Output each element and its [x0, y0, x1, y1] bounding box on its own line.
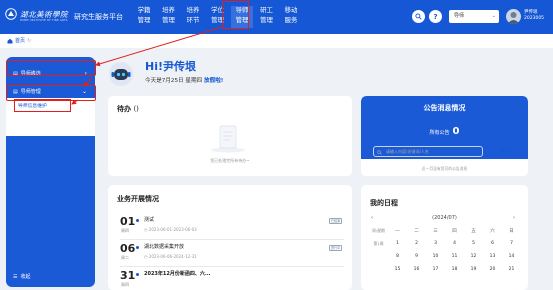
item-date: ◷ 2023-06-06-2024-12-31	[144, 254, 197, 259]
calendar-cell[interactable]: 14	[502, 254, 521, 259]
todo-empty-text: 您已处理完所有待办~	[210, 158, 250, 163]
notice-card: 公告消息情况 所有公告 0 请输入内容/关键词/人名 搜索 近一月没有您可的公告消…	[361, 96, 528, 176]
notice-count: 所有公告 0	[361, 126, 528, 137]
robot-mascot-icon	[109, 62, 133, 86]
item-weekday: 周四	[121, 228, 129, 233]
item-date-text: 2023-06-01-2023-06-03	[148, 227, 197, 232]
divider	[120, 239, 344, 240]
item-title: 测试	[144, 217, 155, 223]
calendar-cell: 二	[414, 229, 419, 234]
calendar-cell[interactable]: 19	[464, 267, 483, 272]
item-title: 湖北数据采集开放	[144, 244, 185, 250]
item-day: 31	[120, 269, 136, 282]
calendar-cell[interactable]: 16	[407, 267, 426, 272]
item-date: ◷ 2023-06-01-2023-06-03	[144, 227, 197, 232]
bullet-dot	[136, 273, 139, 276]
calendar-cell: 一	[395, 229, 400, 234]
notice-search-input[interactable]: 请输入内容/关键词/人名	[373, 146, 483, 157]
calendar-cell[interactable]: 4	[445, 241, 464, 246]
todo-title-text: 待办	[117, 105, 131, 113]
item-day: 01	[120, 215, 136, 228]
status-badge: 进行中	[329, 245, 342, 251]
calendar-cell[interactable]: 12	[464, 254, 483, 259]
notice-title: 公告消息情况	[423, 104, 466, 112]
todo-card: 待办 () 您已处理完所有待办~	[108, 96, 352, 176]
date-text: 今天是7月25日 星期四 放假啦!	[145, 76, 223, 84]
calendar-month: (2024/07)	[432, 215, 457, 221]
item-date-text: 2023-06-06-2024-12-31	[148, 254, 197, 259]
greeting: Hi!尹传垠	[145, 60, 196, 73]
chevron-right-icon[interactable]: ›	[513, 215, 515, 221]
calendar-cell[interactable]: 8	[388, 254, 407, 259]
notice-empty-text: 近一月没有您可的公告消息	[421, 166, 468, 171]
calendar-cell[interactable]: 11	[445, 254, 464, 259]
calendar-cell[interactable]: 1	[388, 241, 407, 246]
list-item[interactable]: 01 周四 测试 ◷ 2023-06-01-2023-06-03 已结束	[116, 215, 346, 241]
calendar-cell: 三	[433, 229, 438, 234]
clock-icon: ◷	[144, 227, 148, 232]
clock-icon: ◷	[144, 254, 148, 259]
holiday-text: 放假啦!	[204, 78, 224, 84]
notice-search-button[interactable]: 搜索	[492, 146, 517, 157]
bullet-dot	[136, 246, 139, 249]
notice-count-label: 所有公告	[429, 130, 450, 136]
calendar-title: 我的日程	[370, 199, 398, 207]
item-weekday: 周四	[121, 282, 129, 287]
business-card: 业务开展情况 01 周四 测试 ◷ 2023-06-01-2023-06-03 …	[108, 185, 352, 290]
status-badge: 已结束	[329, 218, 342, 224]
calendar-cell[interactable]: 7	[502, 241, 521, 246]
divider	[120, 266, 344, 267]
todo-count: ()	[133, 105, 139, 113]
list-item[interactable]: 06 周二 湖北数据采集开放 ◷ 2023-06-06-2024-12-31 进…	[116, 242, 346, 268]
calendar-cell: 日	[509, 229, 514, 234]
item-title: 2023年12月份新函四、六...	[144, 271, 211, 277]
calendar-cell[interactable]: 15	[388, 267, 407, 272]
welcome-section: Hi!尹传垠 今天是7月25日 星期四 放假啦!	[108, 55, 352, 91]
calendar-cell[interactable]: 17	[426, 267, 445, 272]
business-title: 业务开展情况	[117, 195, 159, 203]
calendar-cell[interactable]: 3	[426, 241, 445, 246]
calendar-cell[interactable]: 6	[483, 241, 502, 246]
search-icon	[377, 149, 382, 155]
calendar-cell: 四	[452, 229, 457, 234]
calendar-cell[interactable]: 5	[464, 241, 483, 246]
today-date: 今天是7月25日 星期四	[145, 78, 203, 84]
calendar-cell[interactable]: 21	[502, 267, 521, 272]
calendar-week-label: 周/星期	[372, 228, 385, 233]
search-placeholder: 请输入内容/关键词/人名	[386, 149, 429, 154]
calendar-cell[interactable]: 13	[483, 254, 502, 259]
calendar-cell[interactable]: 2	[407, 241, 426, 246]
calendar-cell: 六	[490, 229, 495, 234]
todo-title: 待办 ()	[117, 104, 139, 114]
item-weekday: 周二	[121, 255, 129, 260]
calendar-cell[interactable]: 10	[426, 254, 445, 259]
calendar-cell: 五	[471, 229, 476, 234]
list-item[interactable]: 31 周四 2023年12月份新函四、六...	[116, 269, 346, 290]
calendar-cell[interactable]: 18	[445, 267, 464, 272]
calendar-card: 我的日程 ‹ (2024/07) › 周/星期一二三四五六日第1周 1 2 3 4 5 6 7…	[361, 185, 528, 290]
empty-clipboard-icon	[211, 125, 245, 153]
notice-count-value: 0	[452, 126, 460, 137]
calendar-cell[interactable]: 20	[483, 267, 502, 272]
calendar-week-label: 第1周	[373, 241, 384, 246]
calendar-cell[interactable]: 9	[407, 254, 426, 259]
bullet-dot	[136, 219, 139, 222]
item-day: 06	[120, 242, 136, 255]
